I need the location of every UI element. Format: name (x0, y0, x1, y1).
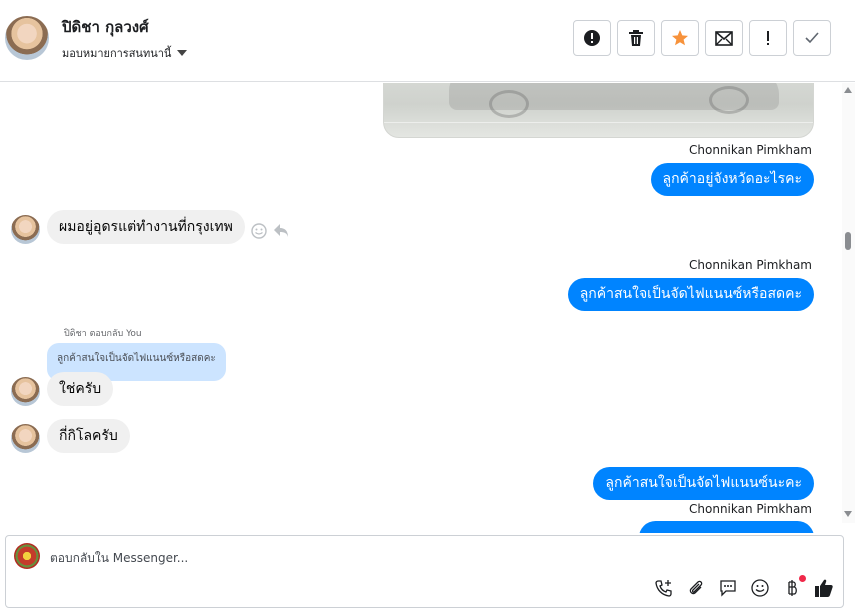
shared-image-message[interactable] (383, 83, 814, 138)
delete-button[interactable] (617, 20, 655, 56)
incoming-message[interactable]: กี่กิโลครับ (47, 419, 130, 453)
mark-unread-icon (715, 31, 733, 46)
follow-up-button[interactable] (749, 20, 787, 56)
outgoing-message[interactable]: ลูกค้าสนใจเป็นจัดไฟแนนซ์นะคะ (593, 467, 814, 500)
check-icon (805, 32, 819, 44)
phone-plus-icon (655, 580, 672, 597)
spam-button[interactable] (573, 20, 611, 56)
mark-unread-button[interactable] (705, 20, 743, 56)
exclamation-icon (767, 31, 769, 45)
scroll-down-icon[interactable] (844, 511, 852, 517)
conversation-thread[interactable]: Chonnikan Pimkham ลูกค้าอยู่จังหวัดอะไรค… (0, 83, 842, 533)
payment-button[interactable] (782, 575, 806, 598)
composer-toolbar (654, 575, 834, 598)
contact-avatar-small[interactable] (11, 424, 40, 453)
assign-label: มอบหมายการสนทนานี้ (62, 47, 172, 60)
reply-input[interactable] (50, 546, 810, 570)
car-wheel (709, 86, 749, 114)
outgoing-message[interactable]: ลูกค้าสนใจเป็นจัดไฟแนนซ์หรือสดคะ (567, 278, 814, 311)
page-avatar (14, 543, 40, 569)
reply-label: ปิดิชา ตอบกลับ You (64, 329, 142, 339)
baht-icon (788, 580, 797, 596)
react-emoji-icon[interactable] (251, 223, 267, 239)
message-composer (5, 535, 844, 608)
scroll-thumb[interactable] (845, 232, 851, 250)
like-icon (815, 579, 833, 597)
contact-avatar[interactable] (5, 16, 49, 60)
outgoing-message-partial[interactable] (639, 521, 814, 533)
saved-replies-button[interactable] (718, 578, 738, 598)
contact-avatar-small[interactable] (11, 215, 40, 244)
contact-name[interactable]: ปิดิชา กุลวงศ์ (62, 15, 149, 39)
header-toolbar (573, 20, 831, 56)
floor-line (384, 122, 813, 123)
sender-name: Chonnikan Pimkham (689, 502, 812, 516)
trash-icon (629, 30, 643, 46)
emoji-icon (751, 579, 769, 597)
car-wheel (489, 90, 529, 118)
sender-name: Chonnikan Pimkham (689, 258, 812, 272)
caret-down-icon (177, 50, 188, 56)
outgoing-message[interactable]: ลูกค้าอยู่จังหวัดอะไรคะ (650, 163, 814, 196)
mark-done-button[interactable] (793, 20, 831, 56)
thread-scrollbar[interactable] (842, 83, 855, 523)
incoming-message[interactable]: ผมอยู่อุดรแต่ทำงานที่กรุงเทพ (47, 210, 245, 244)
sender-name: Chonnikan Pimkham (689, 143, 812, 157)
contact-avatar-small[interactable] (11, 377, 40, 406)
assign-conversation-dropdown[interactable]: มอบหมายการสนทนานี้ (62, 44, 188, 62)
attach-icon (689, 580, 703, 595)
incoming-message[interactable]: ใช่ครับ (47, 372, 114, 406)
emoji-button[interactable] (750, 578, 770, 598)
scroll-up-icon[interactable] (844, 87, 852, 93)
alert-circle-icon (584, 30, 600, 46)
messenger-inbox: ปิดิชา กุลวงศ์ มอบหมายการสนทนานี้ Chonni… (0, 0, 865, 609)
conversation-header: ปิดิชา กุลวงศ์ มอบหมายการสนทนานี้ (0, 0, 855, 82)
attach-button[interactable] (686, 578, 706, 598)
reply-icon[interactable] (273, 223, 289, 238)
call-button[interactable] (654, 578, 674, 598)
star-button[interactable] (661, 20, 699, 56)
saved-reply-icon (720, 580, 736, 597)
like-button[interactable] (814, 578, 834, 598)
star-icon (672, 30, 688, 46)
notification-dot (799, 575, 806, 582)
